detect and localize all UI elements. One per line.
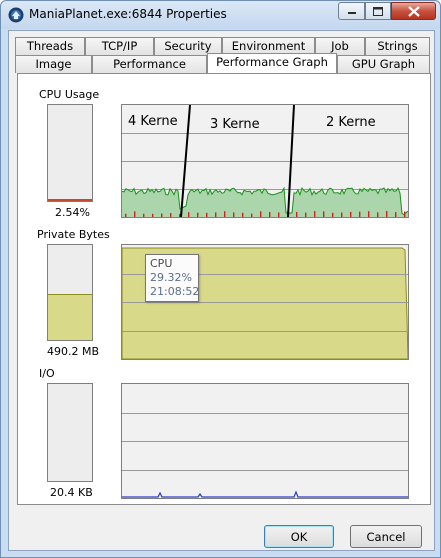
- app-icon: [8, 7, 24, 23]
- private-bytes-label: Private Bytes: [37, 228, 110, 241]
- cpu-kernel-spike: [323, 211, 325, 217]
- cpu-kernel-spike: [395, 212, 397, 217]
- maximize-icon: [373, 6, 383, 16]
- cpu-kernel-spike: [314, 211, 316, 217]
- private-bytes-value: 490.2 MB: [47, 345, 100, 358]
- tab-gpu-graph[interactable]: GPU Graph: [337, 55, 430, 73]
- io-meter: [47, 383, 93, 482]
- tooltip-title: CPU: [150, 257, 173, 270]
- cpu-kernel-spike: [197, 212, 199, 217]
- cpu-kernel-spike: [269, 212, 271, 217]
- cpu-kernel-spike: [152, 213, 154, 217]
- cpu-kernel-spike: [143, 213, 145, 217]
- cpu-kernel-spike: [377, 212, 379, 217]
- maximize-button[interactable]: [365, 2, 391, 20]
- minimize-button[interactable]: [338, 2, 365, 20]
- tooltip-time: 21:08:52: [150, 285, 200, 298]
- close-icon: [407, 5, 420, 17]
- cpu-kernel-spike: [251, 213, 253, 217]
- cpu-kernel-spike: [170, 213, 172, 217]
- io-value: 20.4 KB: [50, 486, 93, 499]
- minimize-icon: [347, 12, 356, 14]
- cpu-kernel-spike: [161, 213, 163, 217]
- cpu-usage-meter: [47, 104, 93, 202]
- window-title: ManiaPlanet.exe:6844 Properties: [29, 7, 227, 21]
- cpu-usage-graph-plot: 4 Kerne 3 Kerne 2 Kerne: [122, 105, 408, 217]
- cpu-kernel-spike: [215, 212, 217, 217]
- tab-image[interactable]: Image: [15, 55, 92, 73]
- dialog-client-area: Threads TCP/IP Security Environment Job …: [8, 30, 435, 551]
- cpu-graph-grid: [122, 133, 408, 190]
- cpu-tooltip: CPU 29.32% 21:08:52: [145, 254, 199, 302]
- cpu-kernel-spike: [350, 211, 352, 217]
- cpu-kernel-spike: [260, 211, 262, 217]
- close-button[interactable]: [391, 2, 436, 20]
- tab-performance[interactable]: Performance: [92, 55, 207, 73]
- io-label: I/O: [39, 367, 55, 380]
- performance-graph-panel: CPU Usage 2.54% 4 Kerne 3 Kerne 2 Kerne: [17, 73, 431, 505]
- io-graph[interactable]: [121, 383, 409, 499]
- cpu-usage-value: 2.54%: [55, 206, 90, 219]
- cpu-kernel-spike: [404, 211, 406, 217]
- annotation-4-kerne: 4 Kerne: [128, 114, 178, 129]
- cpu-kernel-spike: [224, 211, 226, 217]
- annotation-3-kerne: 3 Kerne: [210, 117, 260, 132]
- tab-threads[interactable]: Threads: [15, 37, 85, 55]
- tooltip-value: 29.32%: [150, 271, 192, 284]
- cpu-kernel-spike: [233, 212, 235, 217]
- ok-button[interactable]: OK: [264, 525, 334, 548]
- cpu-usage-meter-fill: [48, 199, 92, 201]
- cpu-kernel-spike: [206, 212, 208, 217]
- cpu-kernel-spike: [386, 211, 388, 217]
- private-bytes-meter: [47, 244, 93, 341]
- cpu-kernel-spike: [125, 213, 127, 217]
- io-graph-grid: [122, 413, 408, 471]
- cpu-kernel-spike: [188, 212, 190, 217]
- cancel-button[interactable]: Cancel: [350, 525, 422, 548]
- tab-performance-graph[interactable]: Performance Graph: [207, 53, 337, 73]
- title-bar[interactable]: ManiaPlanet.exe:6844 Properties: [1, 1, 440, 29]
- tab-strings[interactable]: Strings: [365, 37, 430, 55]
- cpu-kernel-spike: [359, 211, 361, 217]
- cpu-kernel-spike: [332, 212, 334, 217]
- annotation-2-kerne: 2 Kerne: [326, 115, 376, 130]
- cpu-kernel-spike: [296, 211, 298, 217]
- cpu-kernel-spike: [305, 212, 307, 217]
- cpu-usage-label: CPU Usage: [39, 88, 100, 101]
- private-bytes-meter-fill: [48, 294, 92, 340]
- cpu-usage-graph[interactable]: 4 Kerne 3 Kerne 2 Kerne: [121, 104, 409, 218]
- io-line: [122, 490, 408, 498]
- cpu-kernel-spike: [278, 212, 280, 217]
- cpu-kernel-spike: [242, 212, 244, 217]
- cpu-kernel-spike: [341, 212, 343, 217]
- properties-window: ManiaPlanet.exe:6844 Properties Threads …: [0, 0, 441, 558]
- io-graph-plot: [122, 413, 408, 498]
- cpu-kernel-spike: [134, 211, 136, 217]
- cpu-kernel-spike: [368, 211, 370, 217]
- tab-tcp-ip[interactable]: TCP/IP: [85, 37, 154, 55]
